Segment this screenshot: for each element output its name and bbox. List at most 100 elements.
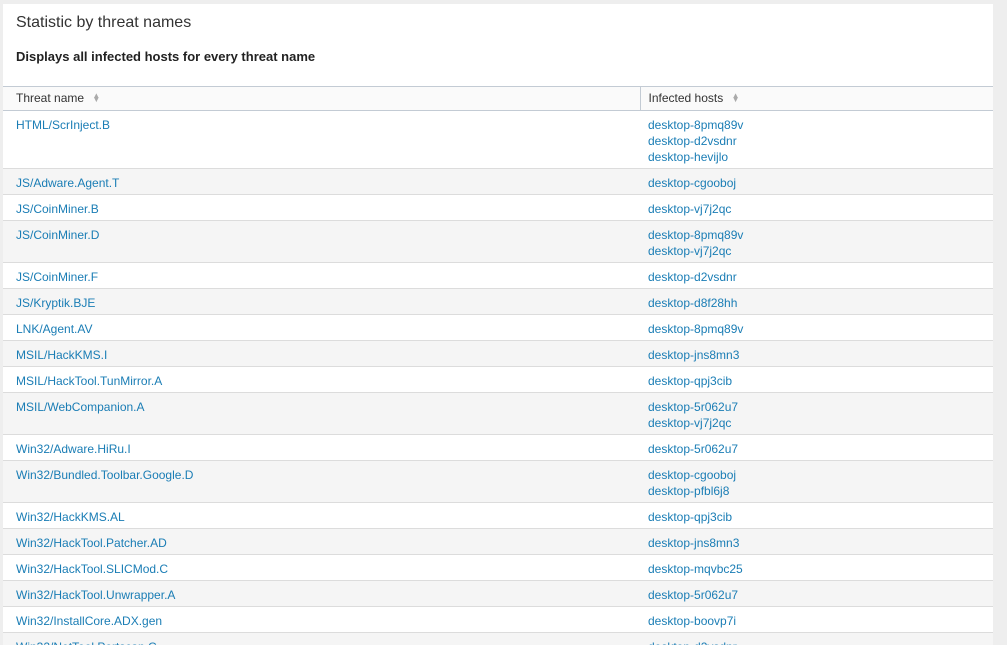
host-link[interactable]: desktop-pfbl6j8 bbox=[648, 483, 993, 499]
host-link[interactable]: desktop-8pmq89v bbox=[648, 227, 993, 243]
infected-hosts-cell: desktop-mqvbc25 bbox=[640, 554, 993, 581]
threat-name-link[interactable]: Win32/HackTool.Patcher.AD bbox=[16, 535, 640, 551]
host-link[interactable]: desktop-qpj3cib bbox=[648, 509, 993, 525]
threat-name-link[interactable]: MSIL/HackTool.TunMirror.A bbox=[16, 373, 640, 389]
threat-name-cell: Win32/HackTool.Patcher.AD bbox=[3, 528, 640, 555]
host-link[interactable]: desktop-jns8mn3 bbox=[648, 535, 993, 551]
table-row: Win32/HackKMS.AL desktop-qpj3cib bbox=[3, 502, 993, 529]
infected-hosts-cell: desktop-qpj3cib bbox=[640, 366, 993, 393]
host-link[interactable]: desktop-cgooboj bbox=[648, 175, 993, 191]
threat-name-cell: JS/CoinMiner.B bbox=[3, 194, 640, 221]
panel-title: Statistic by threat names bbox=[16, 14, 192, 31]
table-row: JS/CoinMiner.D desktop-8pmq89v desktop-vj7… bbox=[3, 220, 993, 263]
threat-name-link[interactable]: Win32/HackTool.Unwrapper.A bbox=[16, 587, 640, 603]
threat-name-cell: JS/CoinMiner.F bbox=[3, 262, 640, 289]
table-row: MSIL/WebCompanion.A desktop-5r062u7 deskto… bbox=[3, 392, 993, 435]
infected-hosts-cell: desktop-jns8mn3 bbox=[640, 340, 993, 367]
threat-name-cell: MSIL/HackKMS.I bbox=[3, 340, 640, 367]
host-link[interactable]: desktop-5r062u7 bbox=[648, 441, 993, 457]
column-header-infected-hosts[interactable]: Infected hosts ▲ ▼ bbox=[639, 86, 993, 111]
threat-statistics-panel: Statistic by threat names Displays all i… bbox=[3, 4, 993, 645]
host-link[interactable]: desktop-hevijlo bbox=[648, 149, 993, 165]
host-link[interactable]: desktop-8pmq89v bbox=[648, 321, 993, 337]
table-row: Win32/NetTool.Portscan.C desktop-d2vsdnr bbox=[3, 632, 993, 645]
infected-hosts-cell: desktop-jns8mn3 bbox=[640, 528, 993, 555]
host-link[interactable]: desktop-d2vsdnr bbox=[648, 133, 993, 149]
threat-name-link[interactable]: JS/Adware.Agent.T bbox=[16, 175, 640, 191]
table-header: Threat name ▲ ▼ Infected hosts ▲ ▼ bbox=[3, 86, 993, 111]
threat-name-cell: HTML/ScrInject.B bbox=[3, 110, 640, 169]
threat-name-cell: MSIL/HackTool.TunMirror.A bbox=[3, 366, 640, 393]
host-link[interactable]: desktop-5r062u7 bbox=[648, 587, 993, 603]
table-row: JS/Kryptik.BJE desktop-d8f28hh bbox=[3, 288, 993, 315]
table-row: JS/Adware.Agent.T desktop-cgooboj bbox=[3, 168, 993, 195]
threat-name-cell: JS/Kryptik.BJE bbox=[3, 288, 640, 315]
threat-name-cell: Win32/Adware.HiRu.I bbox=[3, 434, 640, 461]
threat-name-cell: JS/Adware.Agent.T bbox=[3, 168, 640, 195]
table-row: Win32/InstallCore.ADX.gen desktop-boovp7i bbox=[3, 606, 993, 633]
infected-hosts-cell: desktop-qpj3cib bbox=[640, 502, 993, 529]
infected-hosts-cell: desktop-5r062u7 bbox=[640, 434, 993, 461]
threat-name-link[interactable]: JS/CoinMiner.B bbox=[16, 201, 640, 217]
table-row: Win32/Adware.HiRu.I desktop-5r062u7 bbox=[3, 434, 993, 461]
table-row: LNK/Agent.AV desktop-8pmq89v bbox=[3, 314, 993, 341]
table-row: JS/CoinMiner.F desktop-d2vsdnr bbox=[3, 262, 993, 289]
table-row: JS/CoinMiner.B desktop-vj7j2qc bbox=[3, 194, 993, 221]
host-link[interactable]: desktop-d2vsdnr bbox=[648, 269, 993, 285]
infected-hosts-cell: desktop-5r062u7 desktop-vj7j2qc bbox=[640, 392, 993, 435]
host-link[interactable]: desktop-qpj3cib bbox=[648, 373, 993, 389]
table-row: Win32/HackTool.Unwrapper.A desktop-5r062u… bbox=[3, 580, 993, 607]
table-body: HTML/ScrInject.B desktop-8pmq89v desktop-d… bbox=[3, 110, 993, 645]
threat-name-cell: Win32/HackKMS.AL bbox=[3, 502, 640, 529]
infected-hosts-cell: desktop-8pmq89v bbox=[640, 314, 993, 341]
infected-hosts-cell: desktop-8pmq89v desktop-vj7j2qc bbox=[640, 220, 993, 263]
column-header-label: Infected hosts bbox=[648, 91, 724, 105]
column-header-label: Threat name bbox=[16, 91, 85, 105]
table-row: HTML/ScrInject.B desktop-8pmq89v desktop-d… bbox=[3, 110, 993, 169]
threat-name-cell: LNK/Agent.AV bbox=[3, 314, 640, 341]
table-row: MSIL/HackTool.TunMirror.A desktop-qpj3cib bbox=[3, 366, 993, 393]
threat-name-link[interactable]: JS/CoinMiner.D bbox=[16, 227, 640, 243]
host-link[interactable]: desktop-vj7j2qc bbox=[648, 243, 993, 259]
threat-name-link[interactable]: Win32/Adware.HiRu.I bbox=[16, 441, 640, 457]
sort-icon[interactable]: ▲ ▼ bbox=[732, 91, 740, 103]
infected-hosts-cell: desktop-8pmq89v desktop-d2vsdnr desktop-he… bbox=[640, 110, 993, 169]
threat-name-link[interactable]: Win32/NetTool.Portscan.C bbox=[16, 639, 640, 645]
threat-name-link[interactable]: JS/Kryptik.BJE bbox=[16, 295, 640, 311]
host-link[interactable]: desktop-8pmq89v bbox=[648, 117, 993, 133]
threat-name-link[interactable]: Win32/HackKMS.AL bbox=[16, 509, 640, 525]
panel-header: Statistic by threat names Displays all i… bbox=[3, 4, 993, 86]
panel-subtitle: Displays all infected hosts for every th… bbox=[16, 49, 316, 64]
threat-name-link[interactable]: LNK/Agent.AV bbox=[16, 321, 640, 337]
table-row: MSIL/HackKMS.I desktop-jns8mn3 bbox=[3, 340, 993, 367]
threat-name-link[interactable]: Win32/Bundled.Toolbar.Google.D bbox=[16, 467, 640, 483]
infected-hosts-cell: desktop-d2vsdnr bbox=[640, 632, 993, 645]
threat-name-link[interactable]: HTML/ScrInject.B bbox=[16, 117, 640, 133]
threat-name-link[interactable]: MSIL/HackKMS.I bbox=[16, 347, 640, 363]
threat-name-cell: Win32/Bundled.Toolbar.Google.D bbox=[3, 460, 640, 503]
host-link[interactable]: desktop-5r062u7 bbox=[648, 399, 993, 415]
sort-icon[interactable]: ▲ ▼ bbox=[92, 91, 100, 103]
host-link[interactable]: desktop-mqvbc25 bbox=[648, 561, 993, 577]
table-row: Win32/HackTool.Patcher.AD desktop-jns8mn3 bbox=[3, 528, 993, 555]
infected-hosts-cell: desktop-d2vsdnr bbox=[640, 262, 993, 289]
threat-table: Threat name ▲ ▼ Infected hosts ▲ ▼ HTML/Sc… bbox=[3, 86, 993, 645]
infected-hosts-cell: desktop-5r062u7 bbox=[640, 580, 993, 607]
threat-name-link[interactable]: JS/CoinMiner.F bbox=[16, 269, 640, 285]
threat-name-cell: Win32/NetTool.Portscan.C bbox=[3, 632, 640, 645]
host-link[interactable]: desktop-jns8mn3 bbox=[648, 347, 993, 363]
host-link[interactable]: desktop-boovp7i bbox=[648, 613, 993, 629]
table-row: Win32/Bundled.Toolbar.Google.D desktop-cg… bbox=[3, 460, 993, 503]
host-link[interactable]: desktop-vj7j2qc bbox=[648, 415, 993, 431]
infected-hosts-cell: desktop-d8f28hh bbox=[640, 288, 993, 315]
threat-name-link[interactable]: Win32/HackTool.SLICMod.C bbox=[16, 561, 640, 577]
host-link[interactable]: desktop-vj7j2qc bbox=[648, 201, 993, 217]
threat-name-cell: Win32/InstallCore.ADX.gen bbox=[3, 606, 640, 633]
host-link[interactable]: desktop-d8f28hh bbox=[648, 295, 993, 311]
threat-name-link[interactable]: MSIL/WebCompanion.A bbox=[16, 399, 640, 415]
column-header-threat-name[interactable]: Threat name ▲ ▼ bbox=[3, 86, 640, 111]
threat-name-cell: JS/CoinMiner.D bbox=[3, 220, 640, 263]
threat-name-link[interactable]: Win32/InstallCore.ADX.gen bbox=[16, 613, 640, 629]
host-link[interactable]: desktop-cgooboj bbox=[648, 467, 993, 483]
host-link[interactable]: desktop-d2vsdnr bbox=[648, 639, 993, 645]
